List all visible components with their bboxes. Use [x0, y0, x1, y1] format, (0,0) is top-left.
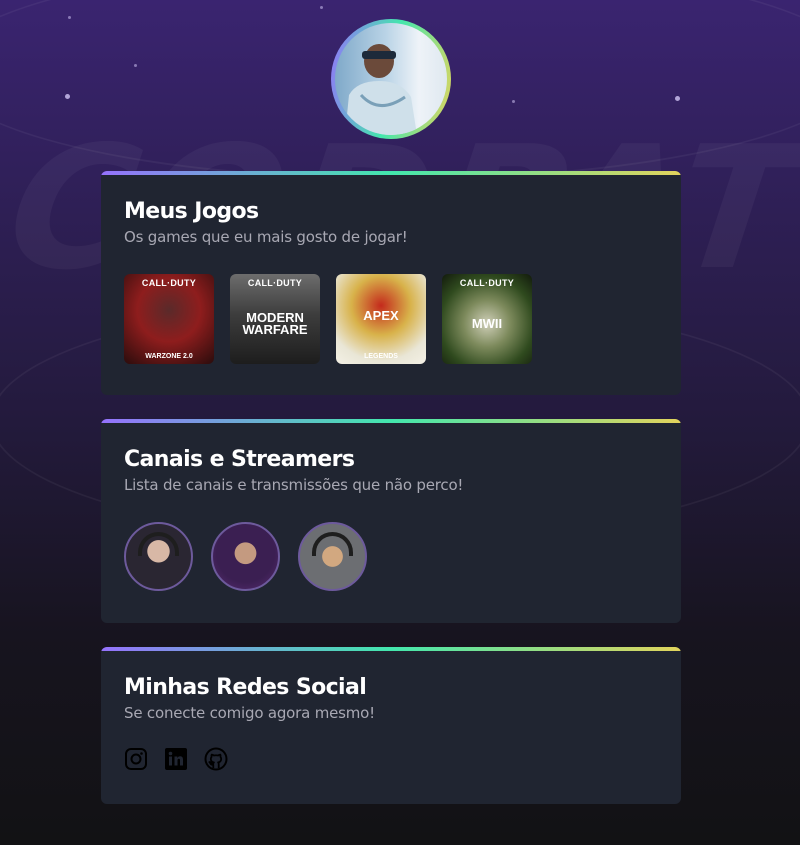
game-modern-warfare[interactable]: CALL·DUTY MODERN WARFARE	[230, 274, 320, 364]
game-title: APEX	[363, 307, 399, 323]
star	[65, 94, 70, 99]
streamers-card: Canais e Streamers Lista de canais e tra…	[101, 419, 681, 623]
star	[512, 100, 515, 103]
game-title: MODERN WARFARE	[242, 310, 308, 337]
social-card: Minhas Redes Social Se conecte comigo ag…	[101, 647, 681, 804]
star	[68, 16, 71, 19]
streamer-avatar[interactable]	[298, 522, 367, 591]
streamers-subtitle: Lista de canais e transmissões que não p…	[124, 476, 464, 494]
star	[134, 64, 137, 67]
game-warzone[interactable]: CALL·DUTY WARZONE 2.0	[124, 274, 214, 364]
game-brand: CALL·DUTY	[459, 278, 515, 288]
streamer-avatar[interactable]	[124, 522, 193, 591]
social-subtitle: Se conecte comigo agora mesmo!	[124, 704, 375, 722]
game-title: MWII	[471, 316, 503, 331]
avatar-photo	[335, 23, 447, 135]
games-title: Meus Jogos	[124, 199, 259, 224]
headphones-icon	[312, 532, 353, 556]
social-title: Minhas Redes Social	[124, 675, 367, 700]
game-modern-warfare-2[interactable]: CALL·DUTY MWII	[442, 274, 532, 364]
games-subtitle: Os games que eu mais gosto de jogar!	[124, 228, 408, 246]
streamer-avatar[interactable]	[211, 522, 280, 591]
games-list: CALL·DUTY WARZONE 2.0 CALL·DUTY MODERN W…	[124, 274, 658, 364]
headphones-icon	[138, 532, 179, 556]
profile-avatar	[331, 19, 451, 139]
streamers-list	[124, 522, 658, 591]
game-brand: CALL·DUTY	[247, 278, 303, 288]
game-brand: CALL·DUTY	[141, 278, 197, 288]
star	[320, 6, 323, 9]
star	[675, 96, 680, 101]
games-card: Meus Jogos Os games que eu mais gosto de…	[101, 171, 681, 395]
linkedin-icon[interactable]	[164, 747, 188, 771]
person-photo-icon	[345, 44, 417, 135]
social-links	[124, 747, 658, 771]
game-apex-legends[interactable]: APEX LEGENDS	[336, 274, 426, 364]
streamers-title: Canais e Streamers	[124, 447, 355, 472]
game-subtitle: LEGENDS	[364, 353, 398, 360]
game-subtitle: WARZONE 2.0	[145, 353, 193, 360]
github-icon[interactable]	[204, 747, 228, 771]
instagram-icon[interactable]	[124, 747, 148, 771]
